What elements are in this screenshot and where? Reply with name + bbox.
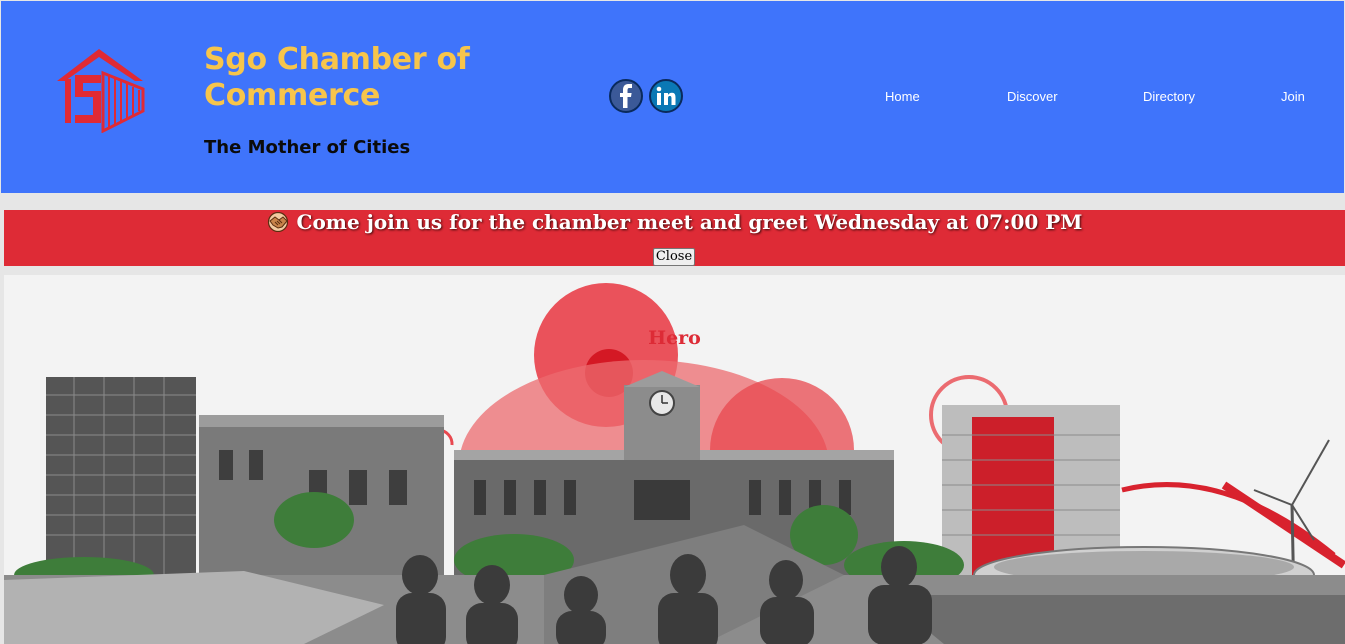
- brand-title: Sgo Chamber of Commerce: [204, 42, 470, 113]
- nav-directory[interactable]: Directory: [1143, 89, 1195, 104]
- facebook-icon[interactable]: [609, 79, 643, 113]
- close-banner-button[interactable]: Close: [653, 248, 695, 266]
- nav-discover[interactable]: Discover: [1007, 89, 1058, 104]
- hero-section: Hero: [4, 275, 1345, 644]
- nav-home[interactable]: Home: [885, 89, 920, 104]
- nav-join[interactable]: Join: [1281, 89, 1305, 104]
- site-header: Sgo Chamber of Commerce The Mother of Ci…: [1, 1, 1344, 193]
- announcement-text: Come join us for the chamber meet and gr…: [296, 210, 1083, 234]
- handshake-icon: [267, 211, 289, 237]
- house-s-logo-icon[interactable]: [53, 45, 147, 134]
- hero-label: Hero: [648, 327, 701, 349]
- brand-tagline: The Mother of Cities: [204, 137, 411, 158]
- announcement-message-row: Come join us for the chamber meet and gr…: [4, 210, 1345, 237]
- linkedin-icon[interactable]: [649, 79, 683, 113]
